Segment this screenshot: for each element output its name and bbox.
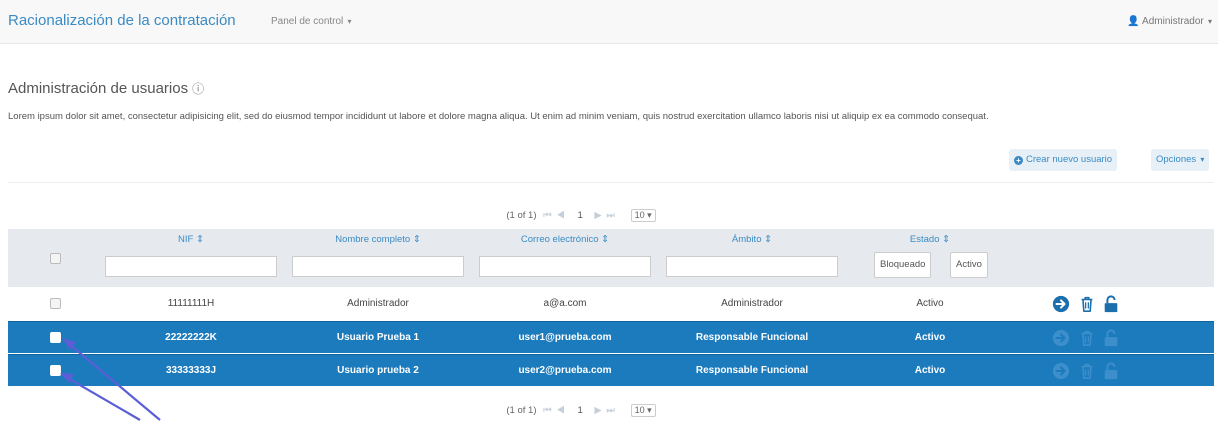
cell-name: Administrador xyxy=(347,298,409,309)
cell-scope: Administrador xyxy=(721,298,783,309)
column-header-email[interactable]: Correo electrónico ⇕ xyxy=(479,234,651,245)
name-filter-input[interactable] xyxy=(292,256,464,277)
column-header-status[interactable]: Estado ⇕ xyxy=(870,234,990,245)
column-header-nif-label: NIF xyxy=(178,234,194,245)
cell-status: Activo xyxy=(916,298,944,309)
first-page-button[interactable]: ⏮ xyxy=(543,405,553,416)
options-button[interactable]: Opciones ▾ xyxy=(1151,149,1210,171)
email-filter-input[interactable] xyxy=(479,256,651,277)
user-menu[interactable]: 👤 Administrador ▾ xyxy=(1127,16,1212,27)
sort-icon: ⇕ xyxy=(942,234,951,245)
page-number[interactable]: 1 xyxy=(577,405,582,416)
caret-down-icon: ▾ xyxy=(1198,155,1205,164)
create-user-label: Crear nuevo usuario xyxy=(1026,154,1113,165)
plus-circle-icon: + xyxy=(1014,156,1023,165)
cell-name: Usuario Prueba 1 xyxy=(336,332,420,343)
nif-filter-input[interactable] xyxy=(105,256,277,277)
next-page-button[interactable]: ▶ xyxy=(594,405,602,416)
column-header-name-label: Nombre completo xyxy=(335,234,411,245)
table-row[interactable]: 22222222K Usuario Prueba 1 user1@prueba.… xyxy=(8,321,1214,353)
cell-email: user2@prueba.com xyxy=(518,365,612,376)
status-filter-blocked[interactable]: Bloqueado xyxy=(874,252,932,278)
top-navbar: Racionalización de la contratación Panel… xyxy=(0,0,1218,44)
prev-page-button[interactable]: ◀ xyxy=(556,405,565,416)
rows-per-page-select[interactable]: 10 ▾ xyxy=(630,209,656,222)
scope-filter-input[interactable] xyxy=(666,256,838,277)
unlock-icon[interactable] xyxy=(1102,295,1120,313)
cell-nif: 11111111H xyxy=(167,298,215,309)
row-checkbox[interactable] xyxy=(50,332,61,343)
row-checkbox[interactable] xyxy=(50,298,61,309)
cell-email: user1@prueba.com xyxy=(518,332,612,343)
user-icon: 👤 xyxy=(1127,16,1143,27)
prev-page-button[interactable]: ◀ xyxy=(556,210,565,221)
last-page-button[interactable]: ⏭ xyxy=(606,405,616,416)
cell-nif: 33333333J xyxy=(165,365,217,376)
first-page-button[interactable]: ⏮ xyxy=(543,210,553,221)
user-menu-label: Administrador xyxy=(1142,16,1204,27)
app-brand[interactable]: Racionalización de la contratación xyxy=(8,12,236,29)
arrow-right-circle-icon[interactable] xyxy=(1052,329,1070,347)
unlock-icon[interactable] xyxy=(1102,362,1120,380)
page-title-text: Administración de usuarios xyxy=(8,80,189,97)
page-description: Lorem ipsum dolor sit amet, consectetur … xyxy=(8,111,989,122)
arrow-right-circle-icon[interactable] xyxy=(1052,362,1070,380)
cell-email: a@a.com xyxy=(543,298,587,309)
options-label: Opciones xyxy=(1156,154,1197,165)
next-page-button[interactable]: ▶ xyxy=(594,210,602,221)
rows-per-page-select[interactable]: 10 ▾ xyxy=(630,404,656,417)
rows-per-page-value: 10 xyxy=(634,405,645,415)
divider xyxy=(8,182,1214,183)
table-row[interactable]: 33333333J Usuario prueba 2 user2@prueba.… xyxy=(8,354,1214,386)
cell-status: Activo xyxy=(914,332,946,343)
create-user-button[interactable]: + Crear nuevo usuario xyxy=(1009,149,1118,171)
cell-scope: Responsable Funcional xyxy=(695,365,809,376)
sort-icon: ⇕ xyxy=(195,234,204,245)
cell-status: Activo xyxy=(914,365,946,376)
paginator-summary: (1 of 1) xyxy=(506,210,537,221)
select-all-checkbox[interactable] xyxy=(50,253,61,264)
table-header: NIF ⇕ Nombre completo ⇕ Correo electróni… xyxy=(8,229,1214,287)
column-header-nif[interactable]: NIF ⇕ xyxy=(105,234,277,245)
column-header-status-label: Estado xyxy=(909,234,940,245)
cell-nif: 22222222K xyxy=(165,332,217,343)
table-row[interactable]: 11111111H Administrador a@a.com Administ… xyxy=(8,288,1214,320)
caret-down-icon: ▾ xyxy=(1205,17,1212,26)
arrow-right-circle-icon[interactable] xyxy=(1052,295,1070,313)
rows-per-page-value: 10 xyxy=(634,210,645,220)
sort-icon: ⇕ xyxy=(412,234,421,245)
column-header-scope[interactable]: Ámbito ⇕ xyxy=(666,234,838,245)
cell-name: Usuario prueba 2 xyxy=(337,365,419,376)
page-number[interactable]: 1 xyxy=(577,210,582,221)
trash-icon[interactable] xyxy=(1078,362,1096,380)
page-title: Administración de usuarios ⓘ xyxy=(8,80,204,97)
row-checkbox[interactable] xyxy=(50,365,61,376)
trash-icon[interactable] xyxy=(1078,329,1096,347)
info-icon[interactable]: ⓘ xyxy=(192,82,204,96)
paginator-summary: (1 of 1) xyxy=(506,405,537,416)
column-header-name[interactable]: Nombre completo ⇕ xyxy=(292,234,464,245)
sort-icon: ⇕ xyxy=(764,234,773,245)
cell-scope: Responsable Funcional xyxy=(695,332,809,343)
caret-down-icon: ▾ xyxy=(345,17,352,26)
status-filter-active[interactable]: Activo xyxy=(950,252,988,278)
column-header-scope-label: Ámbito xyxy=(731,234,762,245)
panel-menu[interactable]: Panel de control ▾ xyxy=(271,16,352,27)
sort-icon: ⇕ xyxy=(601,234,610,245)
paginator-bottom: (1 of 1) ⏮ ◀ 1 ▶ ⏭ 10 ▾ xyxy=(0,404,1218,417)
panel-menu-label: Panel de control xyxy=(271,16,344,27)
trash-icon[interactable] xyxy=(1078,295,1096,313)
unlock-icon[interactable] xyxy=(1102,329,1120,347)
paginator-top: (1 of 1) ⏮ ◀ 1 ▶ ⏭ 10 ▾ xyxy=(0,209,1218,222)
column-header-email-label: Correo electrónico xyxy=(520,234,599,245)
last-page-button[interactable]: ⏭ xyxy=(606,210,616,221)
